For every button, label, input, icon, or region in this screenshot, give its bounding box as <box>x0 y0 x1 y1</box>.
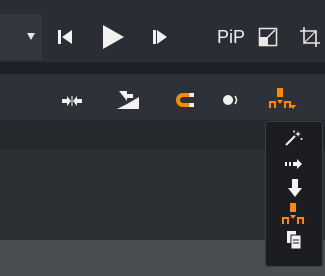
menu-item-overwrite[interactable] <box>266 202 324 226</box>
audio-scrub-icon[interactable] <box>222 93 240 107</box>
ripple-right-icon <box>285 159 302 169</box>
overwrite-mode-icon <box>282 203 304 224</box>
edit-mode-menu <box>265 121 323 267</box>
magic-wand-icon <box>285 130 303 146</box>
magnet-snap-icon[interactable] <box>175 92 194 108</box>
edit-mode-dropdown-icon[interactable] <box>268 88 296 112</box>
insert-clip-icon[interactable] <box>115 90 141 110</box>
resize-corner-icon[interactable] <box>258 27 278 47</box>
divider-band <box>0 62 325 74</box>
chevron-down-icon <box>27 33 35 40</box>
paste-document-icon <box>287 231 302 250</box>
crop-icon[interactable] <box>299 26 321 48</box>
transport-dropdown[interactable] <box>0 14 42 60</box>
skip-back-icon[interactable] <box>56 28 74 46</box>
skip-forward-icon[interactable] <box>151 28 169 46</box>
menu-item-ripple[interactable] <box>266 152 324 176</box>
menu-item-smart-edit[interactable] <box>266 126 324 150</box>
menu-item-paste[interactable] <box>266 228 324 252</box>
pip-button[interactable]: PiP <box>217 27 245 47</box>
menu-item-insert-down[interactable] <box>266 176 324 200</box>
play-icon[interactable] <box>101 24 125 50</box>
drop-down-arrow-icon <box>288 179 302 197</box>
split-clip-icon[interactable] <box>62 95 82 107</box>
